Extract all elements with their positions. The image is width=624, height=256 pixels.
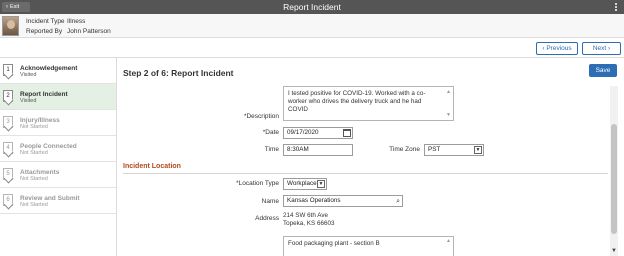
incident-type-value: Illness bbox=[67, 18, 86, 25]
save-button[interactable]: Save bbox=[589, 64, 617, 77]
description-text: I tested positive for COVID-19. Worked w… bbox=[288, 90, 426, 113]
location-type-label: *Location Type bbox=[236, 180, 279, 187]
step-heading: Step 2 of 6: Report Incident bbox=[123, 68, 234, 78]
previous-label: Previous bbox=[546, 45, 572, 52]
date-label: *Date bbox=[262, 129, 279, 136]
step-number-badge: 2 bbox=[3, 90, 13, 102]
location-description-textarea[interactable]: Food packaging plant - section B ▲ bbox=[283, 236, 454, 256]
step-title: Report Incident bbox=[20, 91, 68, 98]
step-number-badge: 3 bbox=[3, 116, 13, 128]
name-search-field[interactable]: Kansas Operations ⌕ bbox=[283, 195, 403, 207]
description-label: *Description bbox=[243, 113, 279, 120]
step-item-injury-illness[interactable]: 3 Injury/Illness Not Started bbox=[0, 110, 116, 136]
step-title: Attachments bbox=[20, 169, 60, 176]
step-item-people-connected[interactable]: 4 People Connected Not Started bbox=[0, 136, 116, 162]
timezone-select[interactable]: PST ▼ bbox=[424, 144, 484, 156]
steps-sidebar: 1 Acknowledgement Visited 2 Report Incid… bbox=[0, 58, 117, 256]
step-item-review-and-submit[interactable]: 6 Review and Submit Not Started bbox=[0, 188, 116, 214]
next-button[interactable]: Next › bbox=[582, 42, 621, 55]
search-icon[interactable]: ⌕ bbox=[396, 197, 400, 207]
next-label: Next bbox=[592, 45, 607, 52]
step-item-attachments[interactable]: 5 Attachments Not Started bbox=[0, 162, 116, 188]
step-status: Not Started bbox=[20, 124, 48, 130]
reported-by-value: John Patterson bbox=[67, 28, 111, 35]
chevron-up-icon[interactable]: ▲ bbox=[446, 88, 451, 96]
reported-by-label: Reported By bbox=[26, 28, 63, 35]
section-title-incident-location: Incident Location bbox=[123, 163, 181, 170]
address-label: Address bbox=[255, 215, 279, 222]
timezone-label: Time Zone bbox=[389, 146, 420, 153]
step-status: Not Started bbox=[20, 202, 48, 208]
calendar-icon[interactable] bbox=[343, 129, 351, 137]
chevron-up-icon[interactable]: ▲ bbox=[446, 238, 451, 244]
step-status: Not Started bbox=[20, 176, 48, 182]
date-field[interactable]: 09/17/2020 bbox=[283, 127, 353, 139]
step-nav-bar: ‹ Previous Next › bbox=[0, 38, 624, 58]
time-field[interactable]: 8:30AM bbox=[283, 144, 353, 156]
chevron-down-icon: ▼ bbox=[474, 146, 482, 154]
kebab-menu-icon[interactable] bbox=[614, 2, 618, 12]
chevron-right-icon: › bbox=[606, 45, 611, 52]
location-description-text: Food packaging plant - section B bbox=[288, 240, 380, 247]
step-number-badge: 1 bbox=[3, 64, 13, 76]
chevron-down-icon[interactable]: ▼ bbox=[446, 111, 451, 119]
address-line-2: Topeka, KS 66603 bbox=[283, 220, 335, 227]
step-status: Visited bbox=[20, 72, 37, 78]
previous-button[interactable]: ‹ Previous bbox=[536, 42, 578, 55]
address-line-1: 214 SW 6th Ave bbox=[283, 212, 329, 219]
step-title: Acknowledgement bbox=[20, 65, 78, 72]
chevron-down-icon[interactable]: ▼ bbox=[611, 248, 617, 254]
step-item-acknowledgement[interactable]: 1 Acknowledgement Visited bbox=[0, 58, 116, 84]
page-title: Report Incident bbox=[283, 2, 341, 12]
time-label: Time bbox=[264, 146, 279, 153]
name-label: Name bbox=[261, 198, 279, 205]
step-status: Visited bbox=[20, 98, 37, 104]
vertical-scrollbar[interactable]: ▼ bbox=[610, 86, 618, 256]
step-title: People Connected bbox=[20, 143, 77, 150]
step-item-report-incident[interactable]: 2 Report Incident Visited bbox=[0, 84, 116, 110]
step-status: Not Started bbox=[20, 150, 48, 156]
description-textarea[interactable]: I tested positive for COVID-19. Worked w… bbox=[283, 86, 454, 121]
avatar bbox=[2, 16, 19, 36]
chevron-down-icon: ▼ bbox=[317, 180, 325, 188]
address-value: 214 SW 6th Ave Topeka, KS 66603 bbox=[283, 212, 334, 228]
main-content: Step 2 of 6: Report Incident Save I test… bbox=[117, 58, 624, 256]
step-number-badge: 6 bbox=[3, 194, 13, 206]
step-title: Injury/Illness bbox=[20, 117, 60, 124]
scrollbar-thumb[interactable] bbox=[611, 124, 617, 234]
step-number-badge: 4 bbox=[3, 142, 13, 154]
incident-type-label: Incident Type bbox=[26, 18, 65, 25]
step-title: Review and Submit bbox=[20, 195, 80, 202]
incident-header: Incident Type Illness Reported By John P… bbox=[0, 14, 624, 38]
step-number-badge: 5 bbox=[3, 168, 13, 180]
section-divider bbox=[123, 173, 608, 174]
location-type-select[interactable]: Workplace ▼ bbox=[283, 178, 327, 190]
top-bar: ‹ Exit Report Incident bbox=[0, 0, 624, 14]
